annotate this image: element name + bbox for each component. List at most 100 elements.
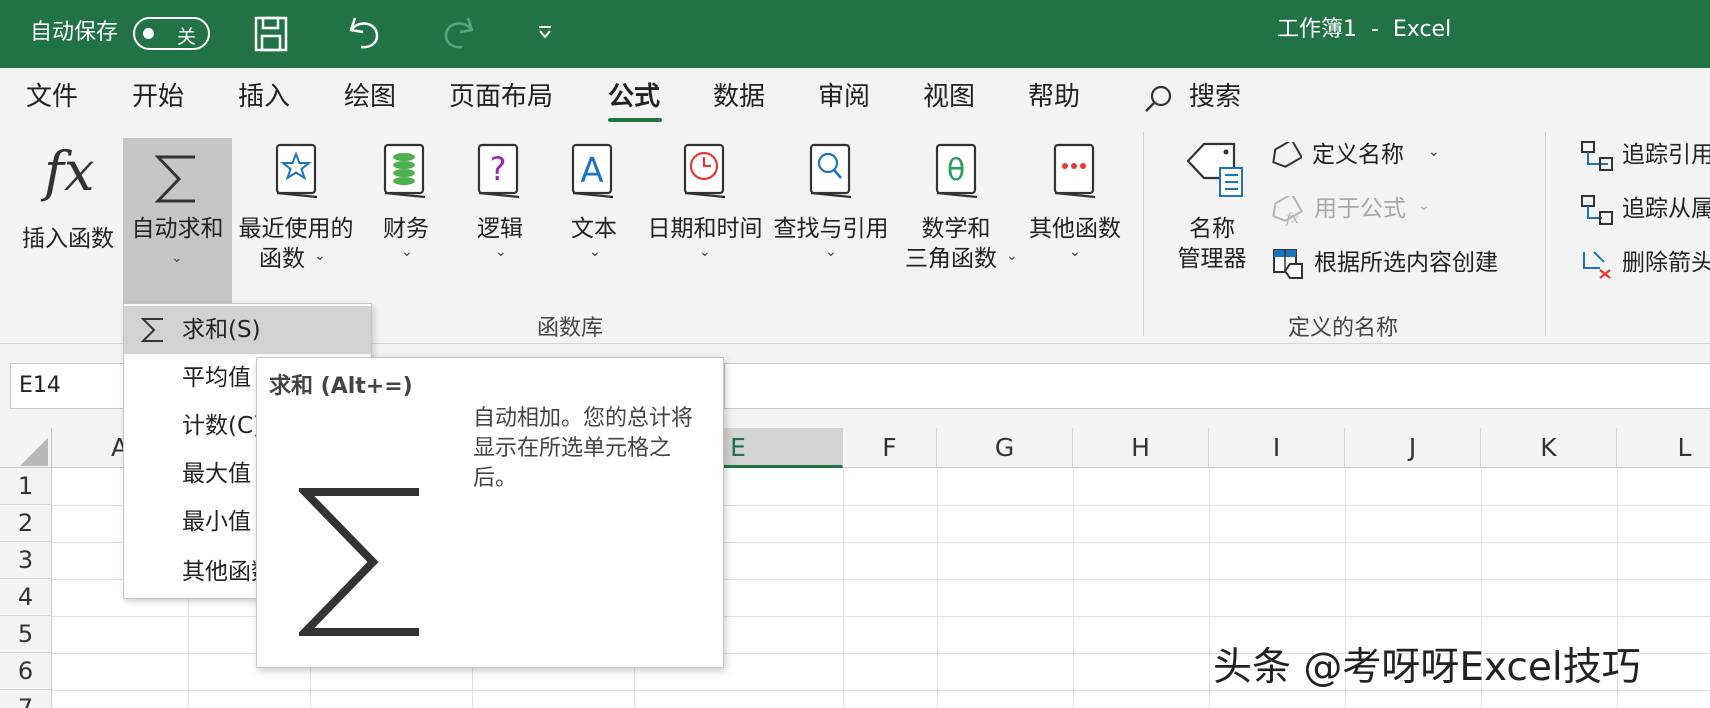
- column-header[interactable]: J: [1345, 428, 1481, 468]
- tab-home[interactable]: 开始: [132, 82, 184, 112]
- use-in-formula-label: 用于公式: [1314, 196, 1406, 222]
- tab-review[interactable]: 审阅: [818, 82, 870, 112]
- text-functions-button[interactable]: A 文本 ⌄: [558, 136, 630, 296]
- tag-icon: [1272, 142, 1302, 168]
- sigma-icon: [141, 318, 163, 342]
- chevron-down-icon: ⌄: [1418, 198, 1430, 214]
- define-name-button[interactable]: 定义名称 ⌄: [1270, 138, 1450, 174]
- use-in-formula-button[interactable]: fx 用于公式 ⌄: [1270, 192, 1450, 228]
- date-time-label: 日期和时间: [647, 216, 763, 242]
- undo-icon[interactable]: [347, 14, 383, 52]
- svg-text:?: ?: [490, 150, 507, 188]
- column-header[interactable]: L: [1617, 428, 1710, 468]
- grid-line: [1073, 468, 1074, 708]
- autosave-label: 自动保存: [30, 20, 119, 45]
- math-trig-label-1: 数学和: [921, 216, 991, 242]
- row-header[interactable]: 6: [0, 653, 52, 690]
- toggle-knob: [143, 28, 154, 39]
- column-header[interactable]: I: [1209, 428, 1345, 468]
- function-library-group-label: 函数库: [536, 316, 603, 341]
- select-all-corner[interactable]: [0, 428, 52, 468]
- create-from-selection-button[interactable]: 根据所选内容创建: [1272, 246, 1522, 282]
- watermark: 头条 @考呀呀Excel技巧: [1213, 645, 1641, 690]
- financial-button[interactable]: 财务 ⌄: [368, 136, 444, 296]
- formula-input[interactable]: [724, 363, 1710, 409]
- tab-insert[interactable]: 插入: [238, 82, 290, 112]
- autosave-toggle[interactable]: 关: [133, 17, 210, 50]
- lookup-reference-button[interactable]: 查找与引用 ⌄: [770, 136, 892, 296]
- grid-line: [1209, 468, 1210, 708]
- tooltip-title: 求和 (Alt+=): [269, 374, 413, 399]
- tab-formulas[interactable]: 公式: [608, 82, 660, 112]
- row-header[interactable]: 1: [0, 468, 52, 505]
- create-from-selection-label: 根据所选内容创建: [1314, 250, 1498, 276]
- grid-line: [937, 468, 938, 708]
- sigma-icon: [299, 488, 419, 636]
- name-manager-button[interactable]: 名称 管理器: [1162, 136, 1262, 296]
- trace-dependents-icon: [1581, 195, 1613, 225]
- chevron-down-icon: ⌄: [1069, 244, 1081, 260]
- svg-text:fx: fx: [1285, 211, 1299, 226]
- svg-text:θ: θ: [947, 153, 965, 188]
- more-functions-label: 其他函数: [1029, 216, 1121, 242]
- trace-dependents-button[interactable]: 追踪从属: [1580, 192, 1710, 228]
- theta-book-icon: θ: [935, 143, 978, 199]
- letter-a-book-icon: A: [571, 143, 614, 199]
- recently-used-label-2: 函数: [259, 246, 305, 272]
- logical-label: 逻辑: [477, 216, 523, 242]
- svg-text:A: A: [580, 151, 603, 191]
- row-header[interactable]: 3: [0, 542, 52, 579]
- trace-precedents-button[interactable]: 追踪引用: [1580, 138, 1710, 174]
- dots-book-icon: [1053, 143, 1096, 199]
- row-header[interactable]: 5: [0, 616, 52, 653]
- insert-function-button[interactable]: fx 插入函数: [14, 136, 122, 296]
- coins-book-icon: [383, 143, 426, 199]
- title-bar: 自动保存 关 工作簿1 - Excel: [0, 0, 1710, 68]
- magnifier-book-icon: [809, 143, 852, 199]
- fx-icon: fx: [44, 140, 95, 203]
- tab-file[interactable]: 文件: [26, 82, 78, 112]
- define-name-label: 定义名称: [1312, 142, 1404, 168]
- menu-item-sum[interactable]: 求和(S): [124, 306, 371, 354]
- tab-draw[interactable]: 绘图: [344, 82, 396, 112]
- question-book-icon: ?: [477, 143, 520, 199]
- column-header[interactable]: H: [1073, 428, 1209, 468]
- tab-page-layout[interactable]: 页面布局: [449, 82, 553, 112]
- menu-item-sum-label: 求和(S): [182, 317, 261, 343]
- window-title: 工作簿1 - Excel: [1277, 17, 1452, 42]
- name-manager-label-2: 管理器: [1177, 246, 1247, 272]
- text-functions-label: 文本: [571, 216, 617, 242]
- row-header[interactable]: 2: [0, 505, 52, 542]
- grid-line: [843, 468, 844, 708]
- autosum-button[interactable]: 自动求和 ⌄: [123, 138, 232, 304]
- recently-used-button[interactable]: 最近使用的 函数 ⌄: [234, 136, 358, 296]
- column-header[interactable]: F: [843, 428, 937, 468]
- grid-tag-icon: [1273, 249, 1303, 279]
- chevron-down-icon: ⌄: [171, 250, 183, 266]
- chevron-down-icon: ⌄: [401, 244, 413, 260]
- insert-function-label: 插入函数: [22, 226, 114, 252]
- autosum-label: 自动求和: [131, 216, 224, 242]
- column-header[interactable]: K: [1481, 428, 1617, 468]
- tab-help[interactable]: 帮助: [1028, 82, 1080, 112]
- column-header[interactable]: G: [937, 428, 1073, 468]
- select-all-triangle: [20, 438, 48, 466]
- tab-view[interactable]: 视图: [923, 82, 975, 112]
- search-label[interactable]: 搜索: [1189, 82, 1241, 112]
- row-header[interactable]: 4: [0, 579, 52, 616]
- logical-button[interactable]: ? 逻辑 ⌄: [464, 136, 536, 296]
- redo-icon[interactable]: [440, 14, 476, 52]
- tab-data[interactable]: 数据: [713, 82, 765, 112]
- defined-names-group-label: 定义的名称: [1287, 316, 1398, 341]
- search-icon[interactable]: [1143, 84, 1173, 114]
- trace-precedents-icon: [1581, 141, 1613, 171]
- save-icon[interactable]: [254, 16, 288, 52]
- row-header[interactable]: 7: [0, 690, 52, 708]
- star-book-icon: [275, 143, 318, 199]
- remove-arrows-button[interactable]: 删除箭头: [1580, 246, 1710, 282]
- date-time-button[interactable]: 日期和时间 ⌄: [644, 136, 766, 296]
- customize-toolbar-icon[interactable]: [537, 25, 553, 39]
- math-trig-label-2: 三角函数: [905, 246, 997, 272]
- more-functions-button[interactable]: 其他函数 ⌄: [1020, 136, 1130, 296]
- math-trig-button[interactable]: θ 数学和 三角函数 ⌄: [896, 136, 1020, 296]
